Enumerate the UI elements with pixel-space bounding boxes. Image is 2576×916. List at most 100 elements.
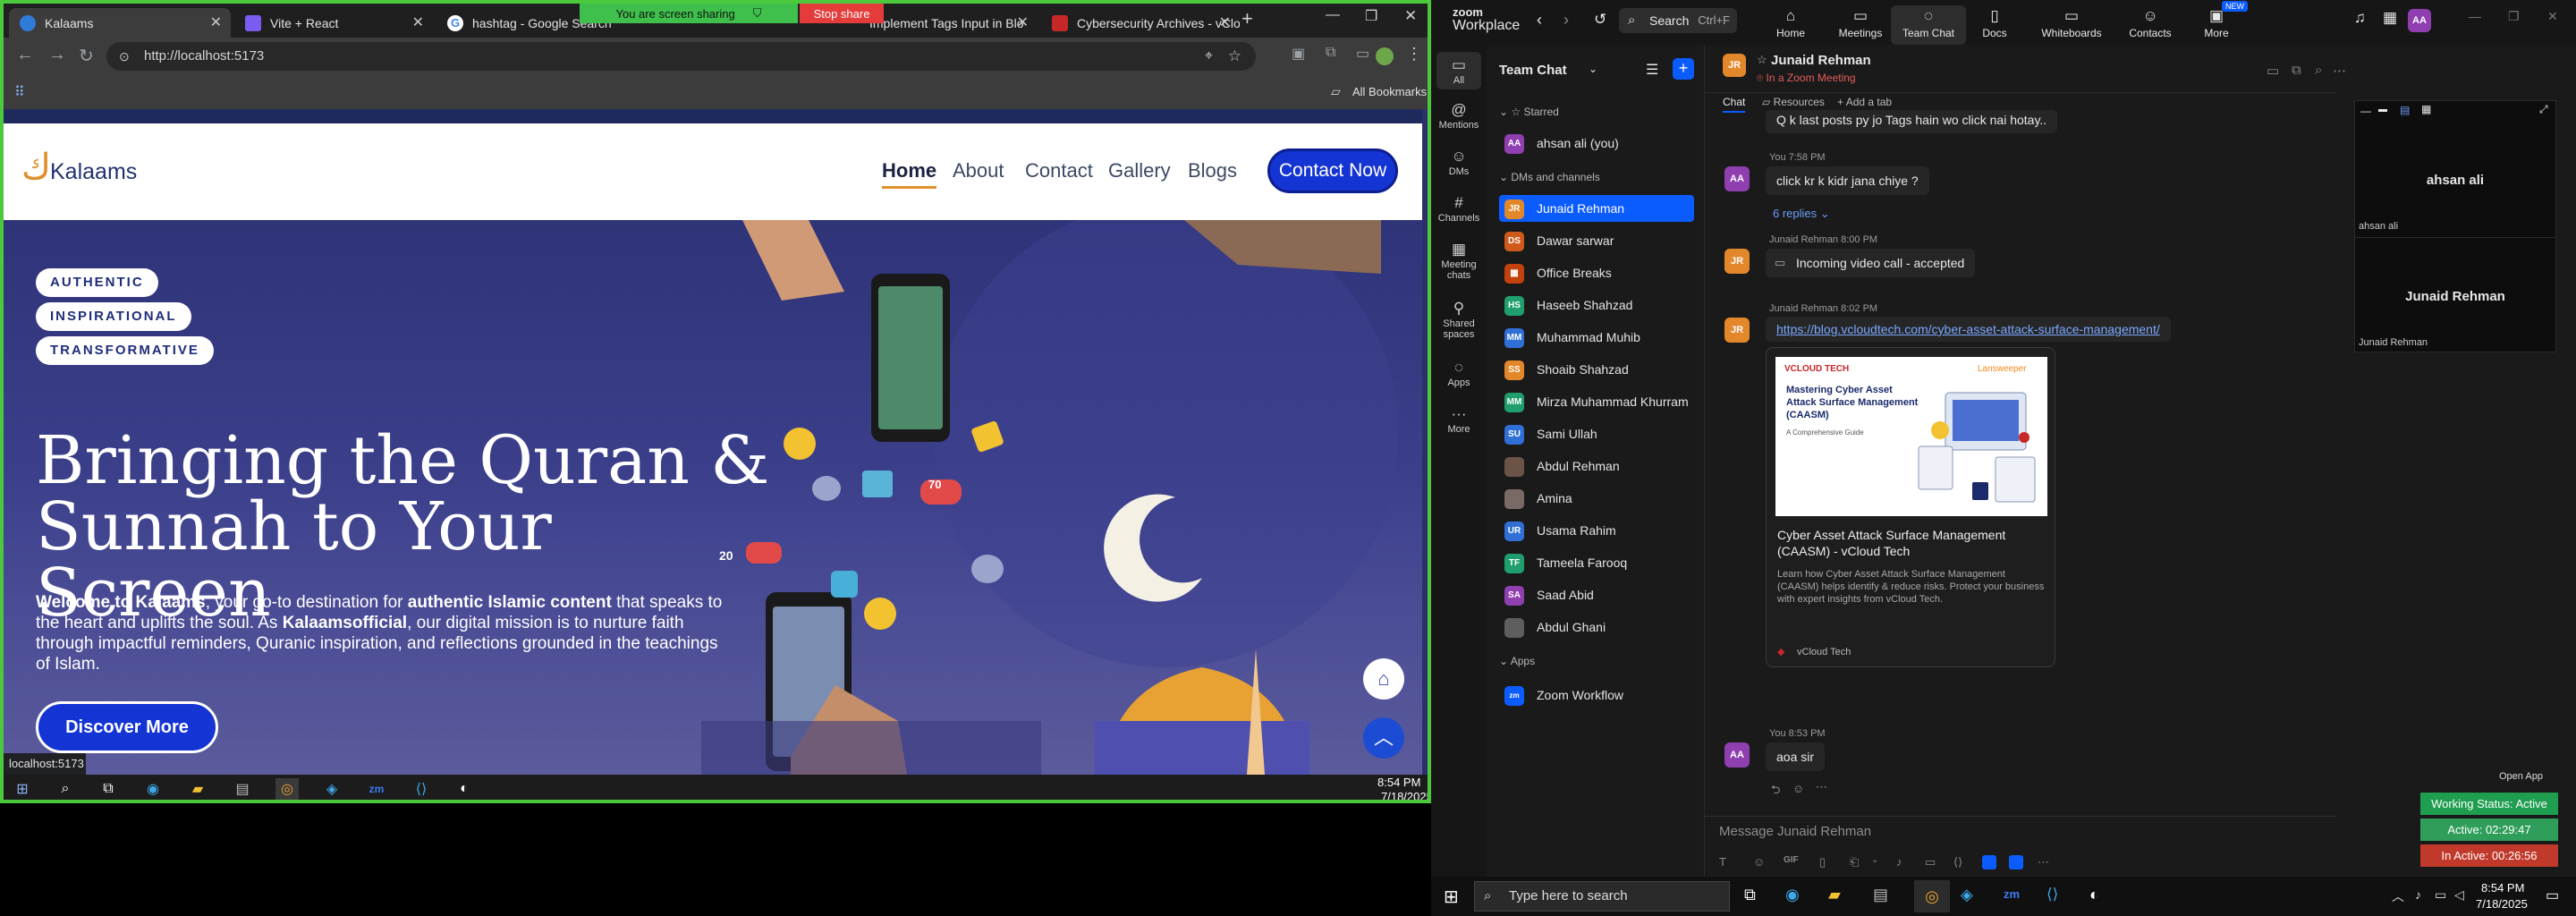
- history-icon[interactable]: ↺: [1594, 11, 1606, 29]
- minimize-icon[interactable]: —: [2469, 9, 2481, 23]
- close-tab-icon[interactable]: ✕: [1219, 13, 1231, 31]
- link-preview-card[interactable]: VCLOUD TECH Lansweeper Mastering Cyber A…: [1766, 347, 2055, 667]
- code-icon[interactable]: ⟨⟩: [1953, 855, 1962, 869]
- forward-arrow-icon[interactable]: ›: [1563, 11, 1569, 30]
- chat-item-usama-rahim[interactable]: UR Usama Rahim: [1499, 517, 1694, 544]
- file-explorer-icon[interactable]: ▰: [186, 778, 209, 800]
- message-composer-input[interactable]: Message Junaid Rehman: [1719, 824, 1871, 839]
- app-icon[interactable]: ◈: [320, 778, 343, 800]
- back-arrow-icon[interactable]: ‹: [1537, 11, 1542, 30]
- calendar-icon[interactable]: ▦: [2383, 9, 2397, 27]
- chat-item-self[interactable]: AA ahsan ali (you): [1499, 130, 1694, 157]
- emoji-icon[interactable]: ☺: [1753, 855, 1765, 869]
- nav-contact[interactable]: Contact: [1025, 159, 1093, 182]
- reload-icon[interactable]: ↻: [79, 45, 94, 67]
- chrome-icon[interactable]: ◎: [1914, 880, 1950, 912]
- section-apps[interactable]: ⌄ Apps: [1499, 655, 1535, 667]
- more-dots-icon[interactable]: ⋯: [2038, 855, 2049, 869]
- address-bar[interactable]: ⊙ http://localhost:5173 ⌖ ☆: [106, 42, 1256, 71]
- contact-now-button[interactable]: Contact Now: [1267, 148, 1398, 193]
- site-brand[interactable]: Kalaams: [50, 159, 137, 185]
- sidepanel-icon[interactable]: ▭: [1356, 45, 1369, 63]
- menu-home[interactable]: ⌂ Home: [1755, 5, 1826, 45]
- chevron-down-icon[interactable]: ⌄: [1589, 63, 1597, 75]
- expand-icon[interactable]: ⤢: [2539, 103, 2548, 116]
- bookmarks-folder-icon[interactable]: ▱: [1331, 84, 1341, 99]
- rail-more[interactable]: ··· More: [1431, 404, 1487, 435]
- close-window-icon[interactable]: ✕: [2547, 9, 2558, 24]
- section-dms-channels[interactable]: ⌄ DMs and channels: [1499, 171, 1600, 183]
- restore-icon[interactable]: ❐: [1365, 7, 1377, 25]
- discover-more-button[interactable]: Discover More: [36, 701, 218, 753]
- file-icon[interactable]: ▯: [1819, 855, 1826, 869]
- chat-item-sami-ullah[interactable]: SU Sami Ullah: [1499, 420, 1694, 447]
- gallery-view-icon[interactable]: ▦: [2421, 103, 2431, 115]
- chat-item-amina[interactable]: Amina: [1499, 485, 1694, 512]
- nav-about[interactable]: About: [953, 159, 1004, 182]
- chat-item-shoaib-shahzad[interactable]: SS Shoaib Shahzad: [1499, 356, 1694, 383]
- rail-all[interactable]: ▭ All: [1436, 52, 1481, 89]
- app-shortcut-icon[interactable]: [1982, 855, 1996, 869]
- menu-whiteboards[interactable]: ▭ Whiteboards: [2036, 5, 2107, 45]
- circle-app-icon[interactable]: ◐: [453, 778, 476, 800]
- chat-item-tameela-farooq[interactable]: TF Tameela Farooq: [1499, 549, 1694, 576]
- search-icon[interactable]: ⌕: [2315, 63, 2322, 78]
- network-icon[interactable]: ▭: [2435, 887, 2446, 903]
- view-strip-icon[interactable]: ▬: [2378, 105, 2387, 114]
- task-view-icon[interactable]: ⧉: [1744, 886, 1756, 904]
- minimize-icon[interactable]: —: [1326, 7, 1340, 23]
- bookmark-star-icon[interactable]: ☆: [1228, 42, 1241, 71]
- chat-item-junaid-rehman[interactable]: JR Junaid Rehman: [1499, 195, 1694, 222]
- edge-icon[interactable]: ◉: [141, 778, 165, 800]
- microphone-icon[interactable]: ♪: [1896, 855, 1902, 869]
- new-chat-button[interactable]: +: [1673, 58, 1694, 80]
- nav-gallery[interactable]: Gallery: [1108, 159, 1171, 182]
- store-icon[interactable]: ▤: [1873, 886, 1888, 904]
- restore-icon[interactable]: ❐: [2508, 9, 2520, 24]
- replies-link[interactable]: 6 replies ⌄: [1773, 207, 1830, 221]
- windows-start-icon[interactable]: ⊞: [1444, 886, 1459, 908]
- zoom-taskbar-icon[interactable]: zm: [365, 778, 388, 800]
- gif-icon[interactable]: GIF: [1784, 855, 1799, 865]
- menu-kebab-icon[interactable]: ⋮: [1406, 45, 1422, 64]
- chat-item-muhammad-muhib[interactable]: MM Muhammad Muhib: [1499, 324, 1694, 351]
- chat-header-name[interactable]: Junaid Rehman: [1771, 53, 1871, 68]
- vscode-icon[interactable]: ⟨⟩: [410, 778, 433, 800]
- rail-mentions[interactable]: @ Mentions: [1431, 100, 1487, 131]
- new-tab-icon[interactable]: +: [1241, 7, 1253, 30]
- chat-item-abdul-rehman[interactable]: Abdul Rehman: [1499, 453, 1694, 479]
- profile-avatar[interactable]: [1376, 47, 1394, 65]
- apps-grid-icon[interactable]: ⠿: [14, 83, 25, 101]
- more-actions-icon[interactable]: ⋯: [1816, 780, 1827, 794]
- app-shortcut-icon[interactable]: [2009, 855, 2023, 869]
- browser-tab-cyber[interactable]: Cybersecurity Archives - vClo ✕: [1041, 8, 1240, 38]
- format-text-icon[interactable]: T: [1719, 855, 1726, 869]
- nav-blogs[interactable]: Blogs: [1188, 159, 1237, 182]
- chat-item-saad-abid[interactable]: SA Saad Abid: [1499, 581, 1694, 608]
- add-tab-button[interactable]: + Add a tab: [1837, 96, 1892, 108]
- chat-item-haseeb-shahzad[interactable]: HS Haseeb Shahzad: [1499, 292, 1694, 318]
- app-icon[interactable]: ◈: [1961, 886, 1973, 904]
- video-message-icon[interactable]: ▭: [1925, 855, 1936, 869]
- tab-resources[interactable]: ▱ Resources: [1762, 96, 1825, 108]
- screenshot-icon[interactable]: ⎗: [1850, 855, 1859, 869]
- chat-item-abdul-ghani[interactable]: Abdul Ghani: [1499, 614, 1694, 640]
- circle-app-icon[interactable]: ◐: [2089, 886, 2099, 904]
- zoom-taskbar-icon[interactable]: zm: [2004, 887, 2020, 901]
- chat-item-dawar-sarwar[interactable]: DS Dawar sarwar: [1499, 227, 1694, 254]
- close-window-icon[interactable]: ✕: [1404, 7, 1417, 25]
- nav-home[interactable]: Home: [882, 159, 937, 189]
- screen-share-icon[interactable]: ⧉: [2292, 63, 2301, 78]
- chat-header-avatar[interactable]: JR: [1723, 54, 1746, 77]
- store-icon[interactable]: ▤: [231, 778, 254, 800]
- chat-item-zoom-workflow[interactable]: zm Zoom Workflow: [1499, 682, 1694, 708]
- rail-apps[interactable]: ◌ Apps: [1431, 358, 1487, 388]
- back-icon[interactable]: ←: [16, 45, 34, 65]
- microphone-icon[interactable]: ♪: [2415, 887, 2421, 902]
- filter-icon[interactable]: ☰: [1646, 61, 1658, 79]
- message-link[interactable]: https://blog.vcloudtech.com/cyber-asset-…: [1766, 317, 2171, 342]
- task-view-icon[interactable]: ⧉: [97, 778, 120, 800]
- tray-chevron-icon[interactable]: ︿: [2392, 887, 2404, 905]
- rail-dms[interactable]: ☺ DMs: [1431, 147, 1487, 177]
- video-call-icon[interactable]: ▭: [2267, 63, 2279, 79]
